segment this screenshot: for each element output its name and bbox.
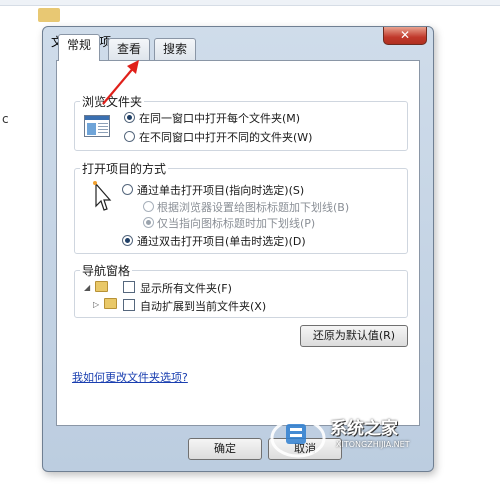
option-same-window-label[interactable]: 在同一窗口中打开每个文件夹(M) [139, 110, 300, 126]
radio-same-window[interactable] [124, 112, 135, 123]
help-link[interactable]: 我如何更改文件夹选项? [72, 369, 188, 385]
pointer-cursor-icon [93, 181, 112, 211]
desktop-top-strip [0, 0, 500, 6]
radio-underline-hover[interactable] [143, 217, 154, 228]
tab-search[interactable]: 搜索 [154, 38, 197, 60]
watermark-logo [270, 418, 326, 458]
ok-button[interactable]: 确定 [188, 438, 262, 460]
background-text-fragment: c [2, 112, 9, 126]
option-auto-expand-label[interactable]: 自动扩展到当前文件夹(X) [140, 298, 266, 314]
option-different-window-label[interactable]: 在不同窗口中打开不同的文件夹(W) [139, 129, 312, 145]
desktop-folder-icon [38, 8, 60, 22]
radio-double-click[interactable] [122, 235, 133, 246]
option-show-all-folders-label[interactable]: 显示所有文件夹(F) [140, 280, 232, 296]
open-items-title: 打开项目的方式 [80, 160, 169, 177]
collapse-arrow-icon: ▷ [93, 300, 100, 309]
window-icon [84, 115, 110, 137]
option-underline-browser-label[interactable]: 根据浏览器设置给图标标题加下划线(B) [157, 199, 349, 215]
radio-underline-browser[interactable] [143, 201, 154, 212]
checkbox-show-all-folders[interactable] [123, 281, 135, 293]
restore-defaults-button[interactable]: 还原为默认值(R) [300, 325, 408, 347]
radio-different-window[interactable] [124, 131, 135, 142]
watermark-url: XITONGZHIJIA.NET [336, 440, 410, 449]
option-double-click-label[interactable]: 通过双击打开项目(单击时选定)(D) [137, 233, 306, 249]
checkbox-auto-expand[interactable] [123, 299, 135, 311]
option-single-click-label[interactable]: 通过单击打开项目(指向时选定)(S) [137, 182, 304, 198]
tab-view[interactable]: 查看 [108, 38, 151, 60]
radio-single-click[interactable] [122, 184, 133, 195]
folder-icon [95, 281, 108, 292]
expand-arrow-icon: ◢ [84, 283, 91, 292]
option-underline-hover-label[interactable]: 仅当指向图标标题时加下划线(P) [157, 215, 315, 231]
nav-pane-title: 导航窗格 [80, 262, 133, 279]
tab-general[interactable]: 常规 [58, 34, 101, 61]
watermark-name: 系统之家 [330, 419, 398, 439]
annotation-arrow [102, 60, 139, 105]
close-button[interactable]: ✕ [383, 27, 427, 45]
subfolder-icon [104, 298, 117, 309]
